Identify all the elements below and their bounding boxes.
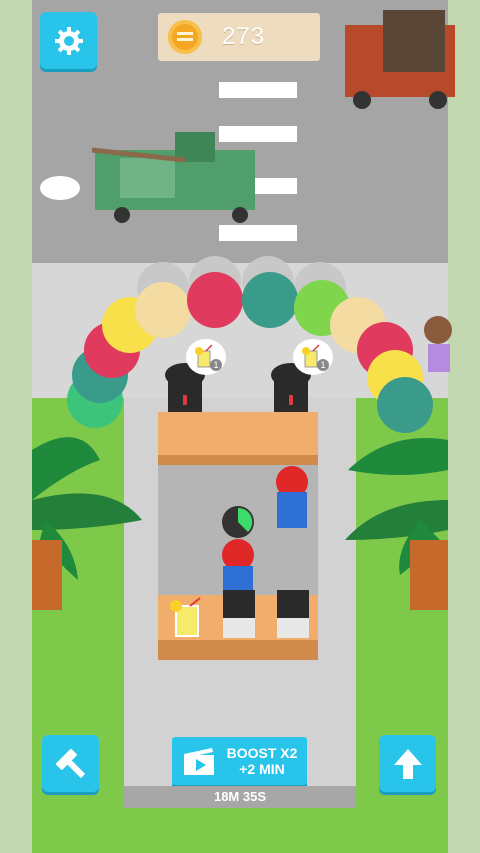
build-button[interactable] [42, 735, 99, 792]
coin-icon [168, 20, 202, 54]
boost-timer: 18M 35S [124, 786, 356, 808]
coin-counter: 273 [158, 13, 320, 61]
gear-icon [54, 26, 83, 55]
lemonade-icon [302, 344, 320, 368]
customer-waiting [424, 316, 452, 372]
settings-button[interactable] [40, 12, 97, 69]
order-bubble-right: 1 [293, 339, 333, 375]
customer-red-1 [276, 466, 308, 528]
hammer-icon [55, 748, 85, 778]
order-count: 1 [317, 359, 329, 371]
lemonade-icon [195, 344, 213, 368]
video-clapper-icon [184, 748, 214, 775]
customer-red-2 [222, 539, 254, 594]
boost-button[interactable]: BOOST X2 +2 MIN [172, 737, 307, 785]
serving-counter [158, 412, 318, 462]
boost-label: BOOST X2 +2 MIN [220, 745, 304, 777]
upgrade-button[interactable] [379, 735, 436, 792]
boost-line-1: BOOST X2 [226, 745, 298, 761]
order-count: 1 [210, 359, 222, 371]
boost-line-2: +2 MIN [239, 761, 285, 777]
arrow-up-icon [393, 748, 422, 779]
game-scene [0, 0, 480, 853]
order-bubble-left: 1 [186, 339, 226, 375]
coin-value: 273 [222, 23, 266, 50]
